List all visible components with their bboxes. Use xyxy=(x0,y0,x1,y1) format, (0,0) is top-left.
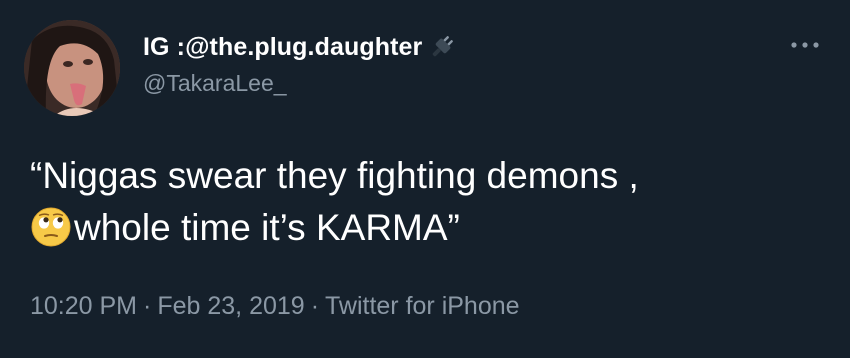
tweet-time[interactable]: 10:20 PM xyxy=(30,292,137,320)
tweet-header: IG :@the.plug.daughter @TakaraLee_ xyxy=(143,30,456,97)
face-with-rolling-eyes-icon xyxy=(30,206,72,248)
plug-icon xyxy=(428,33,456,61)
avatar-photo xyxy=(24,20,120,116)
display-name[interactable]: IG :@the.plug.daughter xyxy=(143,33,422,62)
tweet-text-line-1: “Niggas swear they fighting demons , xyxy=(30,155,639,196)
tweet-card: IG :@the.plug.daughter @TakaraLee_ “Nigg… xyxy=(0,0,850,358)
meta-separator: · xyxy=(143,292,152,320)
meta-separator: · xyxy=(310,292,320,320)
tweet-text-line-2-wrap: whole time it’s KARMA” xyxy=(30,202,820,254)
display-name-row: IG :@the.plug.daughter xyxy=(143,30,456,64)
tweet-meta: 10:20 PM · Feb 23, 2019 · Twitter for iPhone xyxy=(30,292,520,321)
user-handle[interactable]: @TakaraLee_ xyxy=(143,70,456,97)
avatar[interactable] xyxy=(24,20,120,116)
tweet-text-line-2: whole time it’s KARMA” xyxy=(74,207,460,248)
more-options-icon[interactable] xyxy=(790,38,820,50)
tweet-date[interactable]: Feb 23, 2019 xyxy=(157,292,304,320)
tweet-text: “Niggas swear they fighting demons , who… xyxy=(30,150,820,254)
tweet-source[interactable]: Twitter for iPhone xyxy=(325,292,520,320)
